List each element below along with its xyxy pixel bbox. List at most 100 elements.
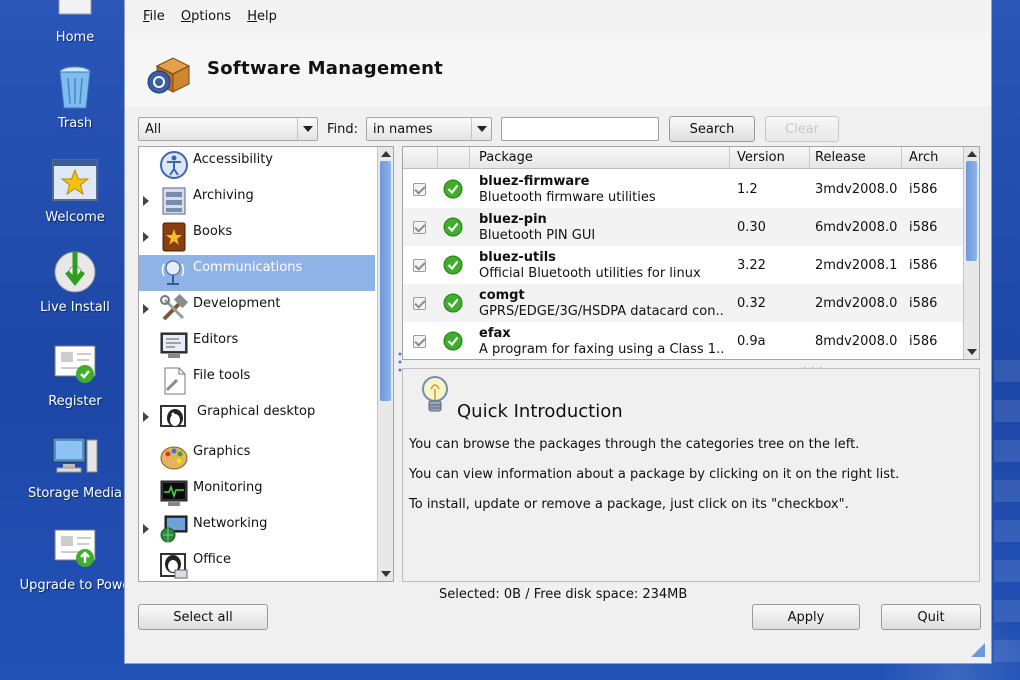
filter-select-value: All	[145, 122, 162, 137]
package-checkbox[interactable]	[413, 221, 426, 234]
package-release: 8mdv2008.0	[815, 334, 898, 349]
category-archiving[interactable]: Archiving	[139, 183, 375, 219]
category-tree: Accessibility Archiving Books Communicat…	[138, 146, 394, 582]
expand-arrow-icon[interactable]	[143, 232, 149, 242]
package-checkbox[interactable]	[413, 335, 426, 348]
expand-arrow-icon[interactable]	[143, 196, 149, 206]
category-monitoring[interactable]: Monitoring	[139, 475, 375, 511]
installed-check-icon	[443, 255, 463, 275]
package-scrollbar[interactable]	[963, 147, 979, 359]
package-checkbox[interactable]	[413, 259, 426, 272]
category-file-tools[interactable]: File tools	[139, 363, 375, 399]
package-version: 0.9a	[737, 334, 766, 349]
category-label: Archiving	[193, 188, 254, 203]
package-description: Official Bluetooth utilities for linux	[479, 266, 701, 281]
select-all-button[interactable]: Select all	[138, 604, 268, 630]
column-separator	[901, 147, 902, 169]
column-separator	[809, 147, 810, 169]
info-title: Quick Introduction	[457, 401, 623, 422]
package-version: 3.22	[737, 258, 766, 273]
package-list: Package Version Release Arch bluez-firmw…	[402, 146, 980, 360]
table-row[interactable]: bluez-firmware Bluetooth firmware utilit…	[403, 170, 963, 208]
find-in-select[interactable]: in names	[366, 117, 492, 141]
expand-arrow-icon[interactable]	[143, 304, 149, 314]
installed-check-icon	[443, 293, 463, 313]
package-version: 0.32	[737, 296, 766, 311]
category-editors[interactable]: Editors	[139, 327, 375, 363]
filter-select[interactable]: All	[138, 117, 318, 141]
table-row[interactable]: bluez-pin Bluetooth PIN GUI 0.30 6mdv200…	[403, 208, 963, 246]
package-arch: i586	[909, 220, 938, 235]
category-networking[interactable]: Networking	[139, 511, 375, 547]
package-version: 1.2	[737, 182, 758, 197]
computer-icon	[51, 434, 99, 482]
scroll-down-icon[interactable]	[381, 571, 391, 577]
desktop-icon	[159, 402, 189, 432]
package-name: bluez-utils	[479, 250, 556, 265]
menu-help[interactable]: Help	[247, 9, 277, 24]
category-books[interactable]: Books	[139, 219, 375, 255]
package-name: bluez-firmware	[479, 174, 590, 189]
category-accessibility[interactable]: Accessibility	[139, 147, 375, 183]
column-header-version[interactable]: Version	[737, 150, 785, 165]
package-name: comgt	[479, 288, 525, 303]
package-release: 6mdv2008.0	[815, 220, 898, 235]
table-row[interactable]: comgt GPRS/EDGE/3G/HSDPA datacard con...…	[403, 284, 963, 322]
package-checkbox[interactable]	[413, 183, 426, 196]
header: Software Management	[125, 34, 991, 106]
scroll-up-icon[interactable]	[381, 151, 391, 157]
trash-icon	[51, 64, 99, 112]
table-row[interactable]: bluez-utils Official Bluetooth utilities…	[403, 246, 963, 284]
category-scrollbar[interactable]	[377, 147, 393, 581]
category-graphical-desktop[interactable]: Graphical desktop	[139, 399, 375, 435]
expand-arrow-icon[interactable]	[143, 412, 149, 422]
upgrade-icon	[51, 526, 99, 574]
category-label: Books	[193, 224, 233, 239]
scrollbar-thumb[interactable]	[380, 161, 391, 401]
installed-check-icon	[443, 217, 463, 237]
package-name: efax	[479, 326, 511, 341]
clear-button[interactable]: Clear	[765, 116, 839, 142]
package-arch: i586	[909, 334, 938, 349]
column-separator	[469, 147, 470, 169]
palette-icon	[159, 442, 189, 472]
package-description: GPRS/EDGE/3G/HSDPA datacard con...	[479, 304, 725, 319]
search-button[interactable]: Search	[669, 116, 755, 142]
category-development[interactable]: Development	[139, 291, 375, 327]
category-graphics[interactable]: Graphics	[139, 439, 375, 475]
apply-button[interactable]: Apply	[752, 604, 860, 630]
search-input[interactable]	[501, 117, 659, 141]
scroll-up-icon[interactable]	[967, 151, 977, 157]
category-label: Development	[193, 296, 281, 311]
category-label: Networking	[193, 516, 268, 531]
column-header-arch[interactable]: Arch	[909, 150, 938, 165]
table-row[interactable]: efax A program for faxing using a Class …	[403, 322, 963, 359]
pane-splitter-handle[interactable]	[801, 361, 825, 371]
menu-file[interactable]: File	[143, 9, 165, 24]
category-communications[interactable]: Communications	[139, 255, 375, 291]
package-list-header: Package Version Release Arch	[403, 147, 963, 169]
lightbulb-icon	[419, 373, 451, 417]
find-in-select-value: in names	[373, 122, 433, 137]
quit-button[interactable]: Quit	[881, 604, 981, 630]
scrollbar-thumb[interactable]	[966, 161, 977, 261]
expand-arrow-icon[interactable]	[143, 524, 149, 534]
menu-options[interactable]: Options	[181, 9, 231, 24]
package-checkbox[interactable]	[413, 297, 426, 310]
scroll-down-icon[interactable]	[967, 349, 977, 355]
column-header-package[interactable]: Package	[479, 150, 533, 165]
column-header-release[interactable]: Release	[815, 150, 866, 165]
category-label: Graphical desktop	[197, 404, 316, 419]
find-label: Find:	[327, 122, 359, 137]
page-title: Software Management	[207, 58, 444, 79]
book-icon	[159, 222, 189, 252]
category-office[interactable]: Office	[139, 547, 375, 581]
tools-icon	[159, 293, 189, 324]
resize-grip-icon[interactable]	[971, 643, 985, 657]
info-panel: Quick Introduction You can browse the pa…	[402, 368, 980, 582]
home-icon	[51, 0, 99, 42]
package-description: Bluetooth PIN GUI	[479, 228, 596, 243]
menubar: File Options Help	[125, 0, 991, 34]
communications-icon	[159, 258, 189, 288]
welcome-icon	[51, 158, 99, 206]
